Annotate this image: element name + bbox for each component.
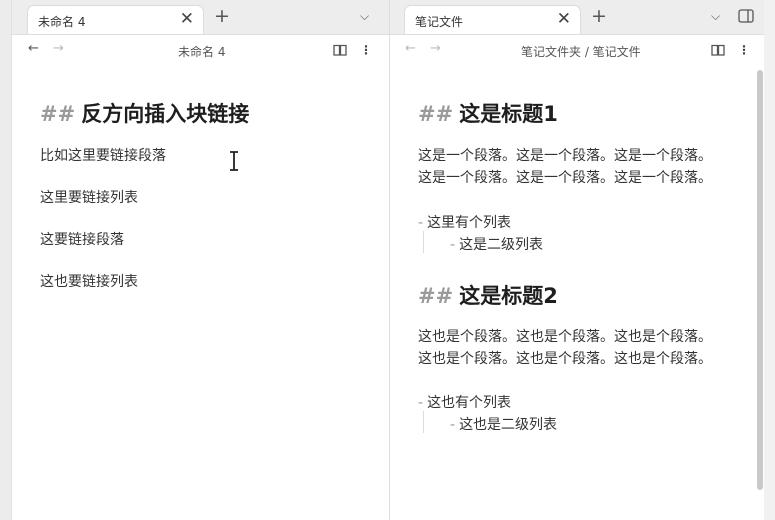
breadcrumb[interactable]: 未命名 4 [178, 43, 225, 60]
list-item[interactable]: - 这里有个列表 [418, 212, 511, 232]
more-options-icon[interactable]: ⋮ [360, 43, 372, 57]
heading-2: ## 这是标题2 [418, 280, 558, 310]
forward-arrow-icon[interactable]: → [430, 42, 441, 56]
right-view-header: ← → 笔记文件夹 / 笔记文件 ⋮ [390, 35, 775, 65]
indent-guide [423, 411, 424, 433]
heading: ## 反方向插入块链接 [40, 98, 249, 128]
close-icon[interactable]: ✕ [180, 10, 194, 28]
paragraph[interactable]: 这要链接段落 [40, 229, 124, 251]
paragraph[interactable]: 这里要链接列表 [40, 187, 138, 209]
paragraph-line[interactable]: 这也是个段落。这也是个段落。这也是个段落。 [418, 326, 712, 348]
back-arrow-icon[interactable]: ← [405, 42, 416, 56]
list-bullet: - [450, 417, 456, 433]
left-pane: 未命名 4 ✕ + ⌵ ← → 未命名 4 ⋮ ## 反方向插入块链接 比如这里要… [0, 0, 389, 520]
left-view-header: ← → 未命名 4 ⋮ [11, 35, 389, 65]
chevron-down-icon[interactable]: ⌵ [711, 9, 720, 24]
tab-untitled-4[interactable]: 未命名 4 ✕ [27, 5, 204, 34]
text-cursor-icon [230, 151, 238, 171]
forward-arrow-icon[interactable]: → [53, 42, 64, 56]
list-item-nested[interactable]: - 这也是二级列表 [450, 414, 557, 434]
right-pane: 笔记文件 ✕ + ⌵ ← → 笔记文件夹 / 笔记文件 ⋮ ## 这是标题1 这是… [389, 0, 775, 520]
heading-text: 这是标题2 [459, 284, 558, 308]
reading-view-book-icon[interactable] [710, 42, 726, 58]
heading-1: ## 这是标题1 [418, 98, 558, 128]
more-options-icon[interactable]: ⋮ [738, 43, 750, 57]
scrollbar[interactable] [757, 70, 763, 490]
list-item-text: 这也有个列表 [427, 395, 512, 411]
list-bullet: - [450, 237, 456, 253]
tab-note-file[interactable]: 笔记文件 ✕ [404, 5, 581, 34]
paragraph-line[interactable]: 这也是个段落。这也是个段落。这也是个段落。 [418, 348, 712, 370]
paragraph-line[interactable]: 这是一个段落。这是一个段落。这是一个段落。 [418, 167, 712, 189]
paragraph[interactable]: 比如这里要链接段落 [40, 145, 166, 167]
tab-title: 笔记文件 [415, 15, 464, 29]
reading-view-book-icon[interactable] [332, 42, 348, 58]
heading-hash: ## [40, 102, 76, 126]
right-tab-bar: 笔记文件 ✕ + ⌵ [390, 0, 775, 35]
left-tab-bar: 未命名 4 ✕ + ⌵ [0, 0, 389, 35]
list-item-nested[interactable]: - 这是二级列表 [450, 234, 543, 254]
close-icon[interactable]: ✕ [557, 10, 571, 28]
sidebar-toggle-icon[interactable] [738, 9, 754, 23]
indent-guide [423, 231, 424, 253]
breadcrumb[interactable]: 笔记文件夹 / 笔记文件 [521, 43, 641, 60]
paragraph[interactable]: 这也要链接列表 [40, 271, 138, 293]
paragraph-line[interactable]: 这是一个段落。这是一个段落。这是一个段落。 [418, 145, 712, 167]
list-item[interactable]: - 这也有个列表 [418, 392, 511, 412]
left-ribbon [0, 0, 12, 520]
list-item-text: 这也是二级列表 [459, 417, 558, 433]
list-bullet: - [418, 215, 424, 231]
left-editor[interactable]: ## 反方向插入块链接 比如这里要链接段落 这里要链接列表 这要链接段落 这也要链… [11, 65, 389, 520]
new-tab-icon[interactable]: + [591, 6, 607, 26]
right-editor[interactable]: ## 这是标题1 这是一个段落。这是一个段落。这是一个段落。 这是一个段落。这是一… [390, 65, 775, 520]
heading-hash: ## [418, 284, 454, 308]
list-item-text: 这里有个列表 [427, 215, 512, 231]
list-bullet: - [418, 395, 424, 411]
tab-title: 未命名 4 [38, 15, 86, 29]
list-item-text: 这是二级列表 [459, 237, 544, 253]
back-arrow-icon[interactable]: ← [28, 42, 39, 56]
heading-text: 反方向插入块链接 [81, 102, 250, 126]
heading-text: 这是标题1 [459, 102, 558, 126]
heading-hash: ## [418, 102, 454, 126]
right-edge-strip [764, 0, 775, 520]
new-tab-icon[interactable]: + [214, 6, 230, 26]
chevron-down-icon[interactable]: ⌵ [360, 9, 369, 24]
